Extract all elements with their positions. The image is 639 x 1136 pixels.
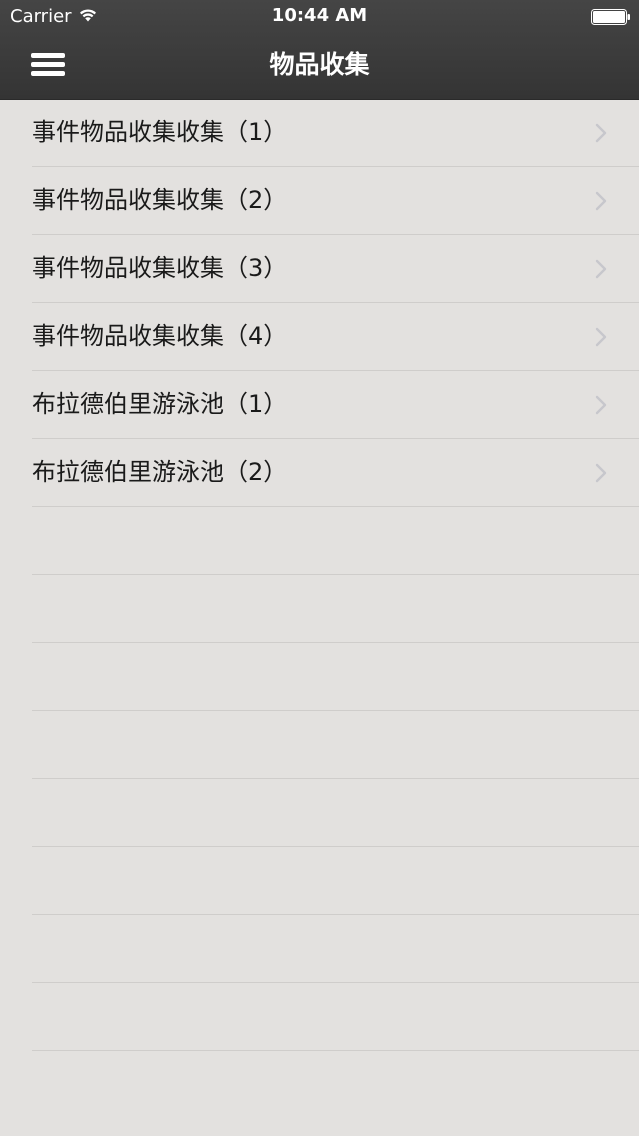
empty-row	[32, 847, 639, 915]
list-item[interactable]: 事件物品收集收集（2）	[32, 167, 639, 235]
chevron-right-icon	[595, 463, 607, 483]
empty-row	[32, 711, 639, 779]
list-item-label: 事件物品收集收集（4）	[32, 322, 288, 350]
collection-list: 事件物品收集收集（1） 事件物品收集收集（2） 事件物品收集收集（3） 事件物品…	[0, 99, 639, 1051]
empty-row	[32, 643, 639, 711]
list-item-label: 事件物品收集收集（3）	[32, 254, 288, 282]
top-bar: Carrier 10:44 AM 物品收集	[0, 0, 639, 99]
list-item[interactable]: 布拉德伯里游泳池（2）	[32, 439, 639, 507]
empty-row	[32, 915, 639, 983]
list-item[interactable]: 事件物品收集收集（4）	[32, 303, 639, 371]
status-time: 10:44 AM	[271, 5, 368, 26]
chevron-right-icon	[595, 123, 607, 143]
chevron-right-icon	[595, 191, 607, 211]
page-title: 物品收集	[269, 50, 370, 79]
navigation-bar: 物品收集	[0, 33, 639, 99]
list-item[interactable]: 事件物品收集收集（1）	[32, 99, 639, 167]
list-item[interactable]: 事件物品收集收集（3）	[32, 235, 639, 303]
list-item-label: 布拉德伯里游泳池（1）	[32, 390, 288, 418]
list-item-label: 布拉德伯里游泳池（2）	[32, 458, 288, 486]
chevron-right-icon	[595, 327, 607, 347]
list-item-label: 事件物品收集收集（1）	[32, 118, 288, 146]
status-bar: Carrier 10:44 AM	[0, 0, 639, 33]
empty-row	[32, 575, 639, 643]
empty-row	[32, 779, 639, 847]
list-item[interactable]: 布拉德伯里游泳池（1）	[32, 371, 639, 439]
chevron-right-icon	[595, 259, 607, 279]
battery-icon	[591, 9, 630, 25]
list-item-label: 事件物品收集收集（2）	[32, 186, 288, 214]
empty-row	[32, 507, 639, 575]
empty-row	[32, 983, 639, 1051]
chevron-right-icon	[595, 395, 607, 415]
